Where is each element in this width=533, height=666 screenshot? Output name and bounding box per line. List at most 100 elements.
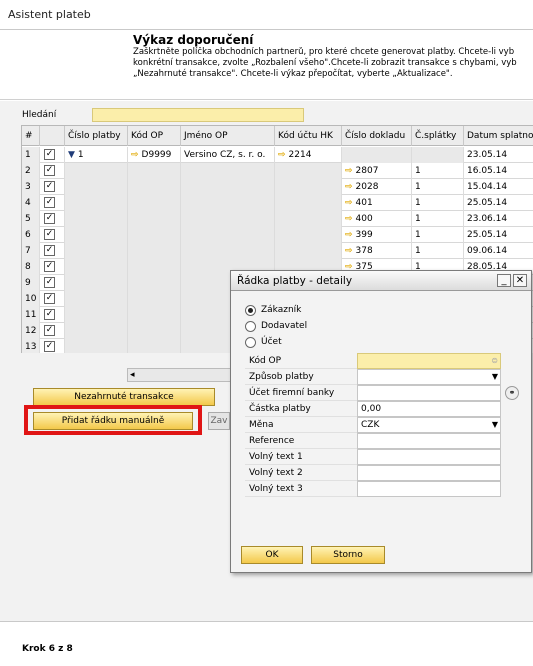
dialog-titlebar[interactable]: Řádka platby - detaily _ ✕ xyxy=(231,271,531,291)
cell-value: D9999 xyxy=(141,150,172,160)
cell-value: 25.05.14 xyxy=(467,230,508,240)
row-number: 9 xyxy=(22,275,40,291)
row-checkbox[interactable]: ✓ xyxy=(44,325,55,336)
link-arrow-icon[interactable]: ⇨ xyxy=(345,230,353,240)
excluded-transactions-button[interactable]: Nezahrnuté transakce xyxy=(33,388,215,406)
cell-doc-no: ⇨ 399 xyxy=(342,227,412,243)
radio-vendor[interactable] xyxy=(245,321,256,332)
link-arrow-icon[interactable]: ⇨ xyxy=(278,150,286,160)
row-number: 3 xyxy=(22,179,40,195)
free-text-1-input[interactable] xyxy=(357,449,501,465)
reference-input[interactable] xyxy=(357,433,501,449)
close-icon[interactable]: ✕ xyxy=(513,274,527,287)
link-icon[interactable]: ⚭ xyxy=(505,386,519,400)
col-header-payment-no[interactable]: Číslo platby xyxy=(65,126,128,146)
row-number: 6 xyxy=(22,227,40,243)
cell-value: Versino CZ, s. r. o. xyxy=(184,150,266,160)
table-row[interactable]: 6 ✓ ⇨ 399 1 25.05.14 xyxy=(22,227,533,243)
row-checkbox[interactable]: ✓ xyxy=(44,309,55,320)
row-checkbox[interactable]: ✓ xyxy=(44,245,55,256)
radio-customer[interactable] xyxy=(245,305,256,316)
row-number: 12 xyxy=(22,323,40,339)
chevron-down-icon[interactable]: ▼ xyxy=(492,418,498,432)
row-checkbox-cell: ✓ xyxy=(40,323,65,339)
row-checkbox[interactable]: ✓ xyxy=(44,293,55,304)
row-checkbox[interactable]: ✓ xyxy=(44,261,55,272)
table-row[interactable]: 2 ✓ ⇨ 2807 1 16.05.14 xyxy=(22,163,533,179)
col-header-installment[interactable]: Č.splátky xyxy=(412,126,464,146)
table-row[interactable]: 1 ✓ ▼ 1 ⇨ D9999 Versino CZ, s. r. o. ⇨ 2214 23.05… xyxy=(22,147,533,163)
cell-bp-name xyxy=(181,179,275,195)
field-label-bp-code: Kód OP xyxy=(245,353,357,369)
radio-account[interactable] xyxy=(245,337,256,348)
row-checkbox-cell: ✓ xyxy=(40,259,65,275)
row-checkbox[interactable]: ✓ xyxy=(44,165,55,176)
col-header-bp-code[interactable]: Kód OP xyxy=(128,126,181,146)
cell-gl-code xyxy=(275,195,342,211)
cell-payment-no xyxy=(65,243,128,259)
row-checkbox[interactable]: ✓ xyxy=(44,197,55,208)
row-checkbox[interactable]: ✓ xyxy=(44,149,55,160)
table-row[interactable]: 5 ✓ ⇨ 400 1 23.06.14 xyxy=(22,211,533,227)
link-arrow-icon[interactable]: ⇨ xyxy=(131,150,139,160)
lookup-icon[interactable]: ⊜ xyxy=(491,354,498,368)
col-header-due-date[interactable]: Datum splatno xyxy=(464,126,533,146)
cell-bp-code xyxy=(128,211,181,227)
bank-account-input[interactable] xyxy=(357,385,501,401)
cell-gl-code xyxy=(275,163,342,179)
cell-due-date: 23.06.14 xyxy=(464,211,533,227)
col-header-gl-code[interactable]: Kód účtu HK xyxy=(275,126,342,146)
row-checkbox[interactable]: ✓ xyxy=(44,341,55,352)
search-input[interactable] xyxy=(92,108,304,122)
amount-input[interactable]: 0,00 xyxy=(357,401,501,417)
link-arrow-icon[interactable]: ⇨ xyxy=(345,166,353,176)
cell-value: 25.05.14 xyxy=(467,198,508,208)
row-checkbox-cell: ✓ xyxy=(40,339,65,353)
row-number: 1 xyxy=(22,147,40,163)
bp-code-input[interactable]: ⊜ xyxy=(357,353,501,369)
link-arrow-icon[interactable]: ⇨ xyxy=(345,214,353,224)
field-label-free-text-2: Volný text 2 xyxy=(245,465,357,481)
col-header-bp-name[interactable]: Jméno OP xyxy=(181,126,275,146)
row-number: 5 xyxy=(22,211,40,227)
cell-bp-code xyxy=(128,227,181,243)
cell-due-date: 25.05.14 xyxy=(464,195,533,211)
table-row[interactable]: 4 ✓ ⇨ 401 1 25.05.14 xyxy=(22,195,533,211)
scroll-left-icon[interactable]: ◂ xyxy=(130,369,135,381)
table-row[interactable]: 3 ✓ ⇨ 2028 1 15.04.14 xyxy=(22,179,533,195)
free-text-2-input[interactable] xyxy=(357,465,501,481)
cell-installment: 1 xyxy=(412,179,464,195)
link-arrow-icon[interactable]: ⇨ xyxy=(345,198,353,208)
expand-icon[interactable]: ▼ xyxy=(68,150,75,160)
minimize-icon[interactable]: _ xyxy=(497,274,511,287)
payment-method-select[interactable]: ▼ xyxy=(357,369,501,385)
ok-button[interactable]: OK xyxy=(241,546,303,564)
link-arrow-icon[interactable]: ⇨ xyxy=(345,246,353,256)
currency-select[interactable]: CZK ▼ xyxy=(357,417,501,433)
free-text-3-input[interactable] xyxy=(357,481,501,497)
row-checkbox[interactable]: ✓ xyxy=(44,181,55,192)
chevron-down-icon[interactable]: ▼ xyxy=(492,370,498,384)
radio-account-label: Účet xyxy=(261,337,282,347)
page-description: Zaškrtněte políčka obchodních partnerů, … xyxy=(133,47,517,79)
row-checkbox[interactable]: ✓ xyxy=(44,229,55,240)
cell-value: 1 xyxy=(415,230,421,240)
cell-bp-code: ⇨ D9999 xyxy=(128,147,181,163)
row-checkbox[interactable]: ✓ xyxy=(44,213,55,224)
partial-hidden-button[interactable]: Zav xyxy=(208,412,230,430)
col-header-doc-no[interactable]: Číslo dokladu xyxy=(342,126,412,146)
row-checkbox[interactable]: ✓ xyxy=(44,277,55,288)
field-label-free-text-3: Volný text 3 xyxy=(245,481,357,497)
cell-bp-name xyxy=(181,163,275,179)
cancel-button[interactable]: Storno xyxy=(311,546,385,564)
grid-header: # Číslo platby Kód OP Jméno OP Kód účtu … xyxy=(22,126,533,146)
cell-payment-no xyxy=(65,323,128,339)
grid-horizontal-scrollbar[interactable]: ◂ xyxy=(127,368,237,382)
cell-due-date: 25.05.14 xyxy=(464,227,533,243)
cell-value: 401 xyxy=(355,198,373,208)
link-arrow-icon[interactable]: ⇨ xyxy=(345,182,353,192)
cell-gl-code xyxy=(275,243,342,259)
cell-value: 1 xyxy=(77,150,84,160)
cell-payment-no xyxy=(65,339,128,353)
table-row[interactable]: 7 ✓ ⇨ 378 1 09.06.14 xyxy=(22,243,533,259)
